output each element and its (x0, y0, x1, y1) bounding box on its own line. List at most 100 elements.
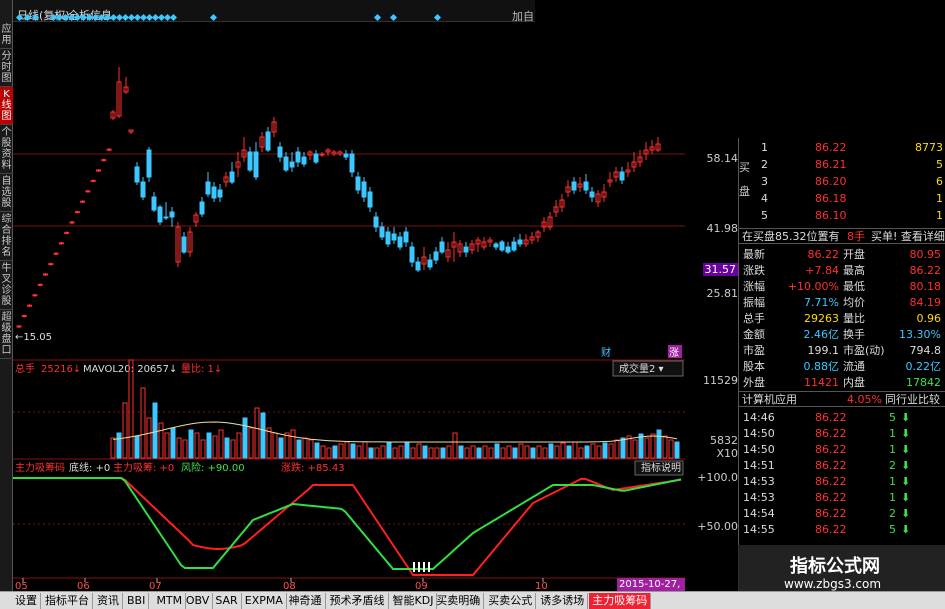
industry-compare[interactable]: 同行业比较 (885, 392, 940, 408)
bottom-tab-5[interactable]: OBV (183, 593, 214, 609)
sidebar-item-3[interactable]: 个股资料 (0, 125, 13, 174)
volume-bar (476, 447, 482, 459)
quote-val2: 80.95 (909, 248, 942, 261)
down-arrow-icon: ⬇ (901, 443, 911, 456)
tick-time: 14:54 (743, 507, 775, 520)
volume-bar (368, 447, 374, 459)
indicator-spike (428, 562, 430, 572)
quote-val: 199.1 (807, 344, 840, 357)
price-axis-label: 25.81 (706, 287, 739, 300)
ob-price: 86.21 (815, 158, 847, 171)
orderbook-row[interactable]: 3 86.20 6 (743, 174, 943, 190)
indicator-label-1: 底线: +0 (69, 461, 110, 474)
quote-key2: 均价 (843, 296, 865, 309)
quote-val: 11421 (804, 376, 839, 389)
tick-time: 14:53 (743, 491, 775, 504)
quote-row: 最新 86.22 开盘 80.95 (743, 247, 943, 263)
tick-time: 14:46 (743, 411, 775, 424)
vol-title: 总手 (15, 362, 35, 375)
orderbook-row[interactable]: 1 86.22 8773 (743, 140, 943, 156)
bottom-tab-3[interactable]: BBI (124, 593, 150, 609)
ind-axis-label: +100.0 (697, 471, 738, 484)
sidebar-item-5[interactable]: 综合排名 (0, 212, 13, 261)
sidebar-item-2[interactable]: K线图 (0, 87, 13, 125)
sidebar-item-4[interactable]: 自选股 (0, 174, 13, 212)
order-hint[interactable]: 在买盘85.32位置有 8手 买单! 查看详细 (739, 228, 945, 244)
tick-vol: 5 (889, 411, 896, 424)
quote-key2: 内盘 (843, 376, 865, 389)
tick-price: 86.22 (815, 411, 847, 424)
x-label: 07 (149, 581, 162, 591)
industry-row[interactable]: 计算机应用 4.05% 同行业比较 (739, 391, 945, 407)
bottom-tab-11[interactable]: 买卖明确 (433, 593, 485, 609)
sidebar-item-0[interactable]: 应用 (0, 22, 13, 49)
tick-row: 14:53 86.22 1 ⬇ (743, 490, 943, 506)
candle (146, 147, 152, 182)
bottom-tab-14[interactable]: 主力吸筹码 (589, 593, 652, 609)
signal-dot (169, 13, 178, 22)
signal-dot (433, 13, 442, 22)
sidebar-item-6[interactable]: 牛叉诊股 (0, 261, 13, 310)
left-sidebar: 应用 分时图 K线图 个股资料 自选股 综合排名 牛叉诊股 超级盘口 (0, 0, 13, 591)
volume-bar (548, 443, 554, 459)
volume-bar (620, 437, 626, 459)
tick-time: 14:55 (743, 523, 775, 536)
volume-bar (440, 447, 446, 459)
bottom-tab-6[interactable]: SAR (212, 593, 242, 609)
indicator-help-label[interactable]: 指标说明 (641, 461, 681, 474)
volume-bar (170, 427, 176, 459)
orderbook-row[interactable]: 2 86.21 5 (743, 157, 943, 173)
quote-val2: 84.19 (909, 296, 942, 309)
tick-row: 14:54 86.22 2 ⬇ (743, 506, 943, 522)
bottom-tab-0[interactable]: 设置 (12, 593, 41, 609)
indicator-label-3: 风险: +90.00 (181, 461, 245, 474)
quote-key: 市盈 (743, 344, 765, 357)
chart-area[interactable]: ←15.05 财 涨总手 25216↓ MAVOL20: 20657↓ 量比: 1↓ 成交量… (13, 22, 685, 591)
quote-key: 股本 (743, 360, 765, 373)
ob-price: 86.10 (815, 209, 847, 222)
down-arrow-icon: ⬇ (901, 411, 911, 424)
indicator-label-0: 主力吸筹码 (15, 461, 65, 474)
sidebar-item-7[interactable]: 超级盘口 (0, 310, 13, 359)
quote-key: 涨跌 (743, 264, 765, 277)
quote-val: 2.46亿 (803, 328, 840, 341)
volume-bar (206, 432, 212, 459)
bottom-tab-4[interactable]: MTM (153, 593, 187, 609)
sidebar-item-1[interactable]: 分时图 (0, 49, 13, 87)
volume-bar (116, 432, 122, 459)
ob-level: 4 (761, 192, 768, 205)
price-axis-label: 41.98 (706, 222, 739, 235)
indicator-spike (418, 562, 420, 572)
bottom-tab-2[interactable]: 资讯 (94, 593, 123, 609)
watermark-url: www.zbgs3.com (784, 577, 882, 591)
volume-bar (332, 445, 338, 459)
tick-vol: 5 (889, 523, 896, 536)
volume-bar (314, 442, 320, 459)
quote-row: 涨幅 +10.00% 最低 80.18 (743, 279, 943, 295)
ob-vol: 1 (936, 192, 943, 205)
orderbook-row[interactable]: 4 86.18 1 (743, 191, 943, 207)
quote-val: +10.00% (787, 280, 839, 293)
vol-selector-label[interactable]: 成交量2 ▾ (619, 362, 664, 375)
orderbook-row[interactable]: 5 86.10 1 (743, 208, 943, 224)
ob-level: 2 (761, 158, 768, 171)
ob-price: 86.22 (815, 141, 847, 154)
date-badge: 2015-10-27,二 (617, 578, 685, 603)
ob-vol: 6 (936, 175, 943, 188)
bottom-tab-9[interactable]: 预术矛盾线 (327, 593, 389, 609)
bottom-tab-7[interactable]: EXPMA (242, 593, 287, 609)
quote-val: 7.71% (804, 296, 839, 309)
quote-key: 振幅 (743, 296, 765, 309)
bottom-tab-13[interactable]: 诱多诱场 (537, 593, 589, 609)
volume-bar (602, 442, 608, 459)
tick-vol: 2 (889, 507, 896, 520)
volume-bar (656, 429, 662, 459)
indicator-spike (413, 562, 415, 572)
down-arrow-icon: ⬇ (901, 491, 911, 504)
bottom-tab-10[interactable]: 智能KDJ (390, 593, 438, 609)
down-arrow-icon: ⬇ (901, 523, 911, 536)
bottom-tab-1[interactable]: 指标平台 (42, 593, 93, 609)
volume-bar (566, 445, 572, 459)
bottom-tab-12[interactable]: 买卖公式 (485, 593, 537, 609)
bottom-tab-8[interactable]: 神奇通 (286, 593, 326, 609)
